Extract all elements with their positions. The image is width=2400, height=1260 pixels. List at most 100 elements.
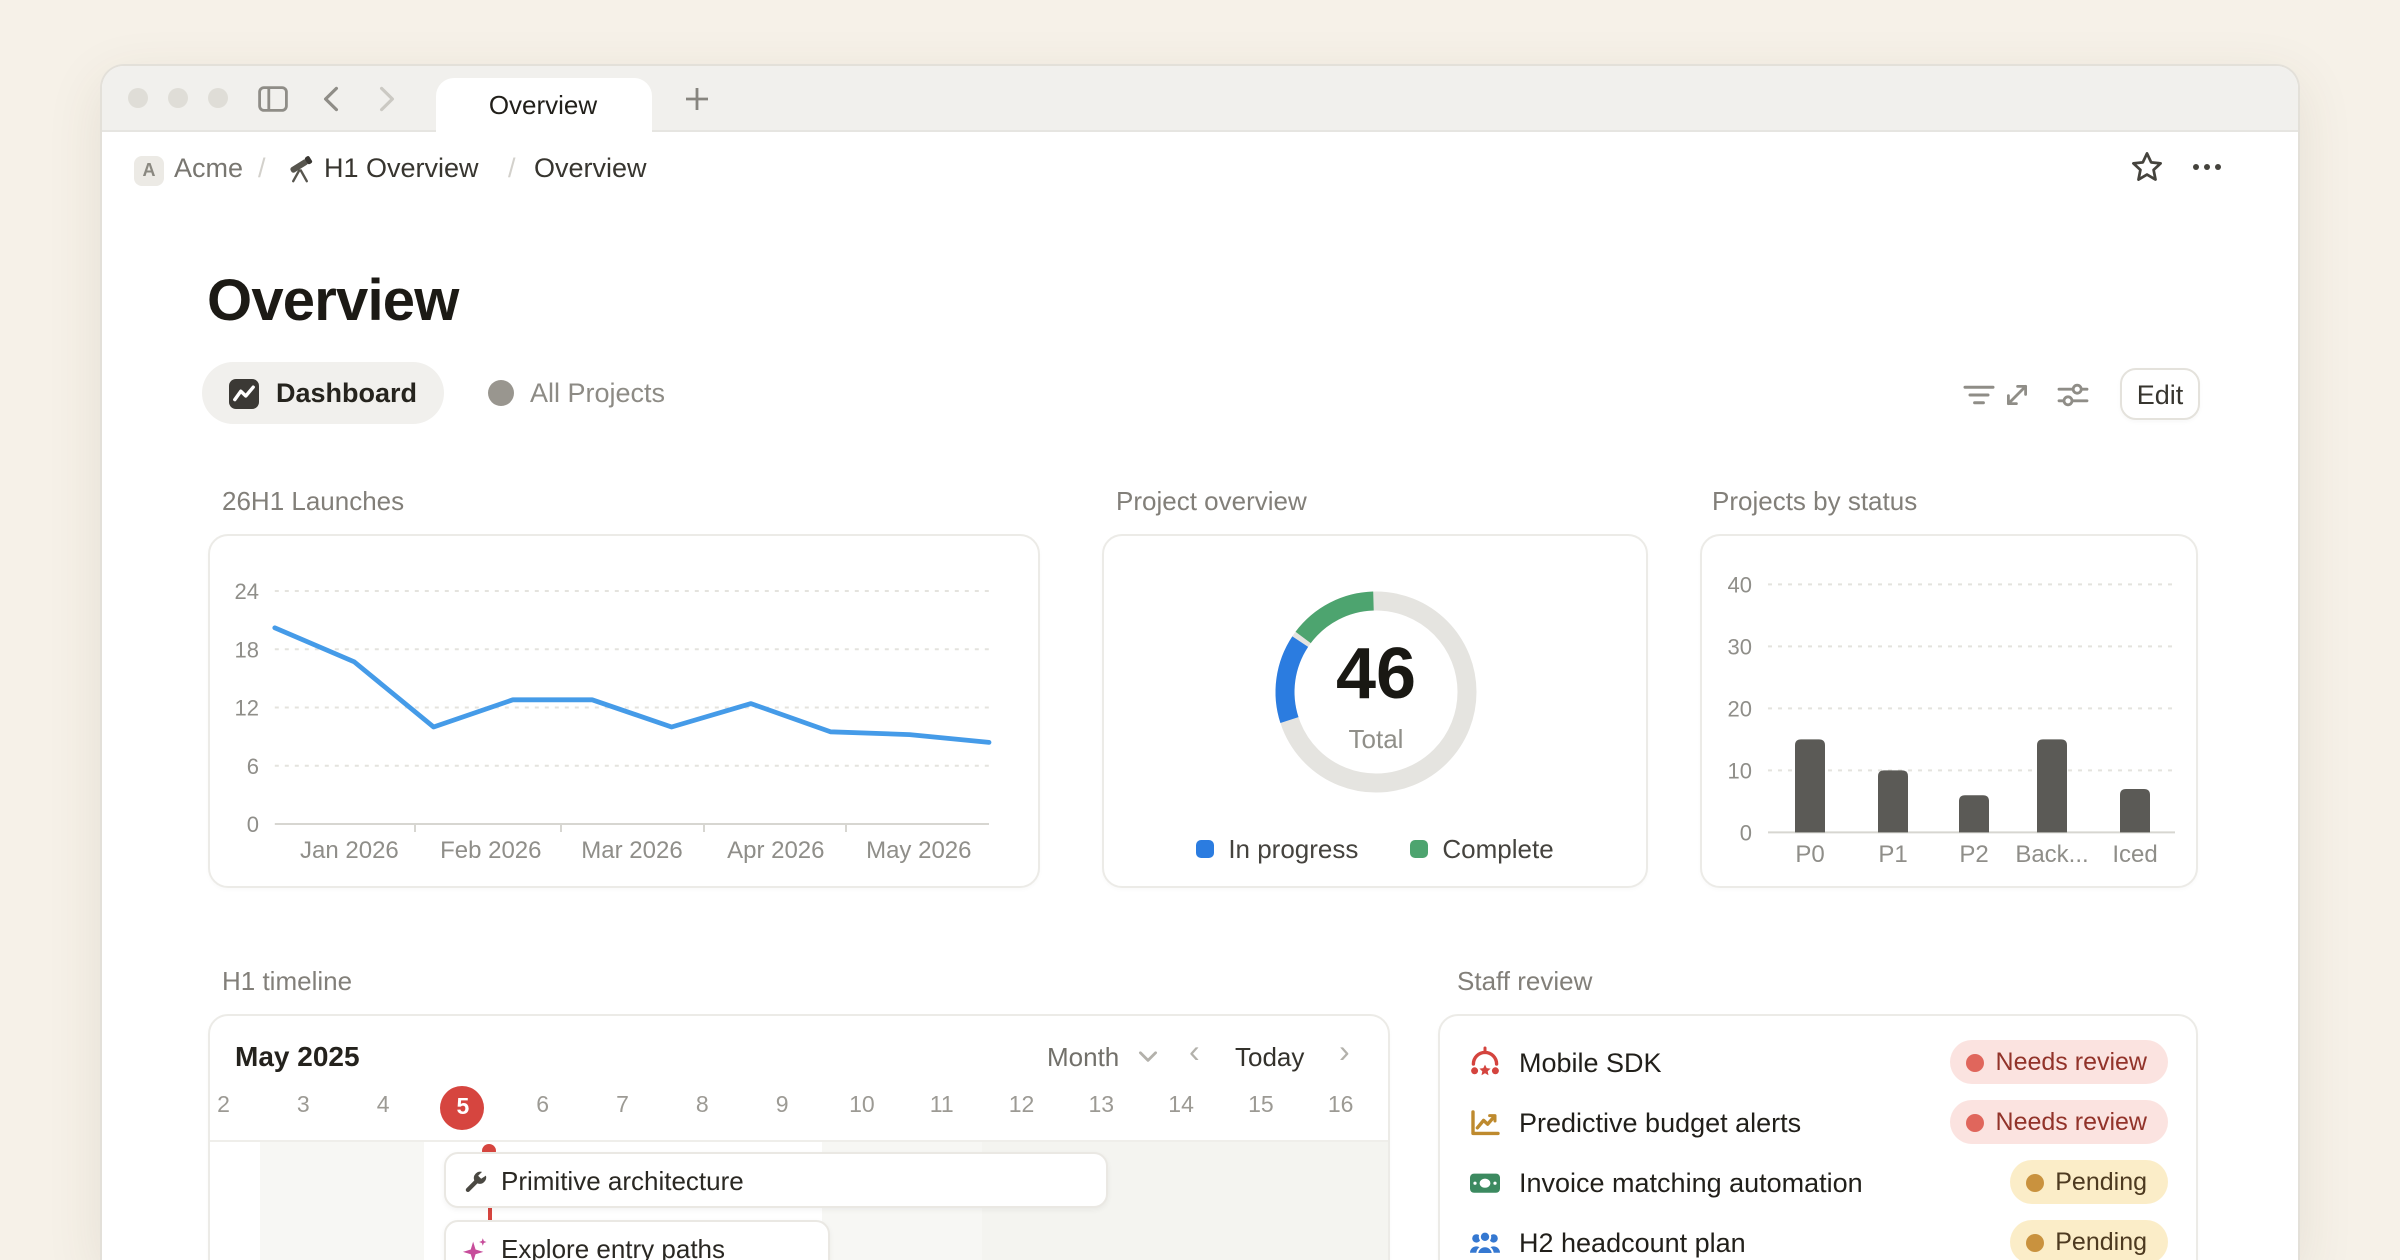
y-tick-label: 0 xyxy=(1739,820,1751,845)
projects-by-status-bar-chart: 403020100P0P1P2Back...Iced xyxy=(1701,536,2195,884)
new-tab-icon[interactable] xyxy=(680,81,714,115)
filter-icon[interactable] xyxy=(1960,375,1998,413)
legend-label-in-progress: In progress xyxy=(1228,833,1358,863)
traffic-light-minimize[interactable] xyxy=(168,88,188,108)
timeline-days: 2345678910111213141516 xyxy=(209,1088,1388,1134)
view-tab-all-projects[interactable]: All Projects xyxy=(462,362,691,424)
timeline-event-label: Primitive architecture xyxy=(501,1165,744,1195)
timeline-event-explore-entry-paths[interactable]: Explore entry paths xyxy=(443,1219,829,1260)
timeline-month-label: May 2025 xyxy=(235,1040,360,1072)
x-tick-label: Iced xyxy=(2111,841,2156,868)
projects-by-status-bar-chart-card[interactable]: 403020100P0P1P2Back...Iced xyxy=(1699,534,2197,887)
bar-P2 xyxy=(1958,795,1988,832)
breadcrumb-parent[interactable]: H1 Overview xyxy=(324,152,479,182)
staff-review-card: Mobile SDK Needs review Predictive budge… xyxy=(1437,1014,2197,1260)
breadcrumb-current[interactable]: Overview xyxy=(534,152,647,182)
timeline-weekend-band xyxy=(260,1142,423,1260)
stage: Overview A Acme / H1 Overview / Overview xyxy=(0,0,2400,1260)
project-overview-donut-card[interactable]: 46Total In progress Complete xyxy=(1102,534,1648,887)
status-badge-pending[interactable]: Pending xyxy=(2009,1160,2167,1204)
breadcrumb-separator: / xyxy=(508,152,516,182)
y-tick-label: 0 xyxy=(247,812,259,837)
traffic-light-close[interactable] xyxy=(128,88,148,108)
x-tick-label: Back... xyxy=(2014,841,2087,868)
timeline-next-icon[interactable]: › xyxy=(1339,1036,1350,1072)
app-window: Overview A Acme / H1 Overview / Overview xyxy=(100,63,2300,1260)
status-dot xyxy=(1966,1113,1984,1131)
timeline-header: May 2025 Month ‹ Today › xyxy=(209,1016,1388,1098)
favorite-star-icon[interactable] xyxy=(2130,149,2164,189)
timeline-day: 11 xyxy=(930,1094,954,1118)
timeline-day: 3 xyxy=(297,1094,310,1118)
tab-overview-label: Overview xyxy=(489,90,597,120)
tab-overview[interactable]: Overview xyxy=(435,77,651,133)
status-badge-pending[interactable]: Pending xyxy=(2009,1220,2167,1260)
all-projects-icon xyxy=(488,380,514,406)
banknote-icon xyxy=(1467,1165,1501,1199)
status-dot xyxy=(1966,1053,1984,1071)
edit-button[interactable]: Edit xyxy=(2120,368,2200,420)
donut-legend: In progress Complete xyxy=(1104,833,1646,863)
status-badge-needs-review[interactable]: Needs review xyxy=(1950,1040,2167,1084)
timeline-day: 8 xyxy=(696,1094,709,1118)
timeline-today-button[interactable]: Today xyxy=(1235,1042,1304,1072)
timeline-day: 16 xyxy=(1328,1094,1354,1118)
staff-item-label: Mobile SDK xyxy=(1519,1047,1662,1077)
chevron-down-icon[interactable] xyxy=(1137,1040,1157,1070)
timeline-event-primitive-architecture[interactable]: Primitive architecture xyxy=(443,1152,1107,1208)
telescope-icon xyxy=(284,151,316,189)
y-tick-label: 10 xyxy=(1727,758,1751,783)
sparkle-icon xyxy=(461,1235,487,1260)
status-badge-label: Needs review xyxy=(1996,1108,2147,1136)
timeline-zoom-select[interactable]: Month xyxy=(1047,1042,1119,1072)
sidebar-toggle-icon[interactable] xyxy=(256,81,290,115)
view-tab-all-projects-label: All Projects xyxy=(530,378,665,408)
launches-line-chart-card[interactable]: 24181260Jan 2026Feb 2026Mar 2026Apr 2026… xyxy=(208,534,1039,887)
timeline-event-label: Explore entry paths xyxy=(501,1234,725,1260)
x-tick-label: Mar 2026 xyxy=(581,837,682,864)
x-tick-label: P1 xyxy=(1877,841,1906,868)
x-tick-label: Apr 2026 xyxy=(727,837,824,864)
status-dot xyxy=(2025,1233,2043,1251)
expand-icon[interactable] xyxy=(1998,375,2036,413)
breadcrumb-separator: / xyxy=(258,152,266,182)
y-tick-label: 6 xyxy=(247,754,259,779)
status-badge-label: Needs review xyxy=(1996,1048,2147,1076)
timeline-day: 7 xyxy=(616,1094,629,1118)
y-tick-label: 20 xyxy=(1727,696,1751,721)
timeline-day: 2 xyxy=(217,1094,230,1118)
staff-item-label: H2 headcount plan xyxy=(1519,1227,1746,1257)
y-tick-label: 12 xyxy=(235,696,259,721)
staff-row-mobile-sdk[interactable]: Mobile SDK Needs review xyxy=(1467,1034,2167,1090)
wrench-icon xyxy=(461,1167,487,1193)
status-badge-needs-review[interactable]: Needs review xyxy=(1950,1100,2167,1144)
x-tick-label: P2 xyxy=(1958,841,1987,868)
x-tick-label: Feb 2026 xyxy=(440,837,541,864)
more-options-icon[interactable] xyxy=(2190,153,2224,185)
people-icon xyxy=(1467,1225,1501,1259)
line-series xyxy=(275,628,989,743)
timeline-day: 14 xyxy=(1168,1094,1194,1118)
staff-item-label: Invoice matching automation xyxy=(1519,1167,1863,1197)
staff-row-invoice-matching-automation[interactable]: Invoice matching automation Pending xyxy=(1467,1154,2167,1210)
x-tick-label: P0 xyxy=(1794,841,1823,868)
staff-row-predictive-budget-alerts[interactable]: Predictive budget alerts Needs review xyxy=(1467,1094,2167,1150)
staff-row-h2-headcount-plan[interactable]: H2 headcount plan Pending xyxy=(1467,1214,2167,1260)
back-icon[interactable] xyxy=(314,81,348,115)
traffic-light-zoom[interactable] xyxy=(208,88,228,108)
forward-icon[interactable] xyxy=(370,81,404,115)
view-tab-dashboard-label: Dashboard xyxy=(276,378,417,408)
timeline-prev-icon[interactable]: ‹ xyxy=(1189,1036,1200,1072)
workspace-avatar[interactable]: A xyxy=(134,155,164,185)
timeline-day: 4 xyxy=(377,1094,390,1118)
projects-by-status-title: Projects by status xyxy=(1712,485,1917,515)
donut-total-value: 46 xyxy=(1336,634,1416,714)
bar-P0 xyxy=(1794,739,1824,832)
breadcrumb-workspace[interactable]: Acme xyxy=(174,152,243,182)
legend-swatch-complete xyxy=(1410,839,1428,857)
legend-swatch-in-progress xyxy=(1196,839,1214,857)
trend-chart-icon xyxy=(1467,1105,1501,1139)
timeline-day: 15 xyxy=(1248,1094,1274,1118)
sliders-icon[interactable] xyxy=(2054,375,2092,413)
view-tab-dashboard[interactable]: Dashboard xyxy=(202,362,443,424)
